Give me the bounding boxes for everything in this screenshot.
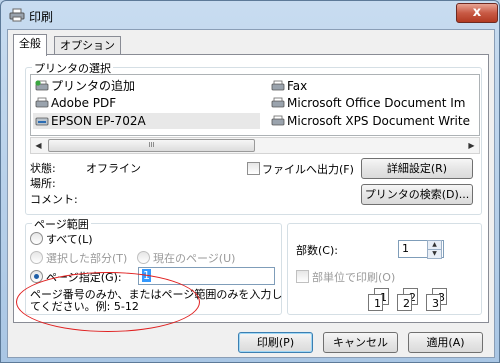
- scroll-thumb-grip: III: [148, 141, 155, 149]
- printer-item-label: Adobe PDF: [51, 96, 117, 110]
- highlight-ellipse: [16, 272, 200, 332]
- printer-list-scrollbar[interactable]: ◀ III ▶: [30, 137, 480, 154]
- details-button[interactable]: 詳細設定(R): [361, 158, 473, 179]
- printer-icon: [271, 115, 285, 126]
- page-range-all-label[interactable]: すべて(L): [46, 231, 93, 247]
- location-label: 場所:: [30, 177, 56, 190]
- cancel-button-label: キャンセル: [333, 336, 388, 349]
- apply-button[interactable]: 適用(A): [408, 332, 483, 353]
- status-label: 状態:: [30, 162, 56, 175]
- page-range-all-radio[interactable]: [30, 232, 43, 245]
- printer-item-label: Fax: [287, 79, 308, 93]
- status-value: オフライン: [86, 162, 141, 175]
- collate-page-front: 3: [426, 294, 441, 311]
- copies-input-value: 1: [402, 242, 409, 255]
- page-range-current-radio[interactable]: [137, 251, 150, 264]
- tab-options-label: オプション: [60, 39, 115, 52]
- printer-icon: [271, 97, 285, 108]
- collate-page-front: 2: [397, 294, 412, 311]
- printer-item-office-doc[interactable]: Microsoft Office Document Im: [271, 95, 465, 111]
- printer-item-xps[interactable]: Microsoft XPS Document Write: [271, 113, 470, 129]
- printer-item-adobe-pdf[interactable]: Adobe PDF: [35, 95, 116, 111]
- find-printer-button-label: プリンタの検索(D)...: [364, 188, 470, 201]
- add-printer-icon: [35, 80, 49, 91]
- printer-item-epson[interactable]: EPSON EP-702A: [33, 113, 260, 129]
- apply-button-label: 適用(A): [426, 336, 465, 349]
- page-range-selection-label[interactable]: 選択した部分(T): [46, 250, 127, 266]
- print-to-file-label[interactable]: ファイルへ出力(F): [262, 161, 354, 177]
- page-range-selection-radio[interactable]: [30, 251, 43, 264]
- epson-printer-icon: [35, 117, 49, 126]
- scroll-right-icon[interactable]: ▶: [464, 138, 479, 153]
- tab-general[interactable]: 全般: [13, 34, 47, 56]
- collate-label[interactable]: 部単位で印刷(O): [312, 269, 395, 285]
- collate-page-front: 1: [368, 294, 383, 311]
- page-range-current-label[interactable]: 現在のページ(U): [153, 250, 235, 266]
- close-button[interactable]: x: [456, 3, 498, 23]
- copies-input[interactable]: 1 ▲ ▼: [398, 240, 444, 259]
- print-dialog: 印刷 x 全般 オプション プリンタの選択 プリンタの追加 Adobe PDF …: [0, 0, 500, 363]
- printer-list[interactable]: プリンタの追加 Adobe PDF EPSON EP-702A Fax Micr…: [30, 74, 480, 136]
- close-icon: x: [472, 5, 482, 20]
- tab-options[interactable]: オプション: [54, 36, 121, 55]
- dialog-client: 全般 オプション プリンタの選択 プリンタの追加 Adobe PDF EPSON…: [7, 29, 495, 358]
- page-range-group-label: ページ範囲: [32, 216, 91, 232]
- title-bar[interactable]: 印刷 x: [1, 1, 499, 29]
- collate-checkbox[interactable]: [296, 270, 309, 283]
- printer-item-label: Microsoft XPS Document Write: [287, 114, 470, 128]
- print-to-file-checkbox[interactable]: [247, 162, 260, 175]
- printer-select-group: プリンタの選択 プリンタの追加 Adobe PDF EPSON EP-702A …: [25, 60, 482, 215]
- printer-icon: [9, 8, 25, 22]
- find-printer-button[interactable]: プリンタの検索(D)...: [361, 184, 473, 205]
- copies-label: 部数(C):: [296, 244, 338, 257]
- fax-icon: [271, 80, 285, 91]
- scroll-left-icon[interactable]: ◀: [31, 138, 46, 153]
- comment-label: コメント:: [30, 193, 78, 206]
- spin-down-icon[interactable]: ▼: [427, 249, 442, 259]
- printer-item-label: Microsoft Office Document Im: [287, 96, 466, 110]
- window-title: 印刷: [29, 10, 54, 24]
- copies-group: 部数(C): 1 ▲ ▼ 部単位で印刷(O) 1 1 2 2 3 3: [287, 223, 482, 315]
- printer-item-add[interactable]: プリンタの追加: [35, 78, 135, 94]
- tab-panel-general: プリンタの選択 プリンタの追加 Adobe PDF EPSON EP-702A …: [13, 54, 489, 332]
- printer-item-fax[interactable]: Fax: [271, 78, 307, 94]
- tab-general-label: 全般: [19, 37, 41, 50]
- print-button-label: 印刷(P): [256, 336, 295, 349]
- print-button[interactable]: 印刷(P): [238, 332, 313, 353]
- printer-item-label: プリンタの追加: [51, 79, 136, 93]
- printer-icon: [35, 97, 49, 108]
- scrollbar-thumb[interactable]: III: [48, 139, 255, 152]
- details-button-label: 詳細設定(R): [386, 162, 448, 175]
- printer-item-label: EPSON EP-702A: [51, 114, 146, 128]
- cancel-button[interactable]: キャンセル: [323, 332, 398, 353]
